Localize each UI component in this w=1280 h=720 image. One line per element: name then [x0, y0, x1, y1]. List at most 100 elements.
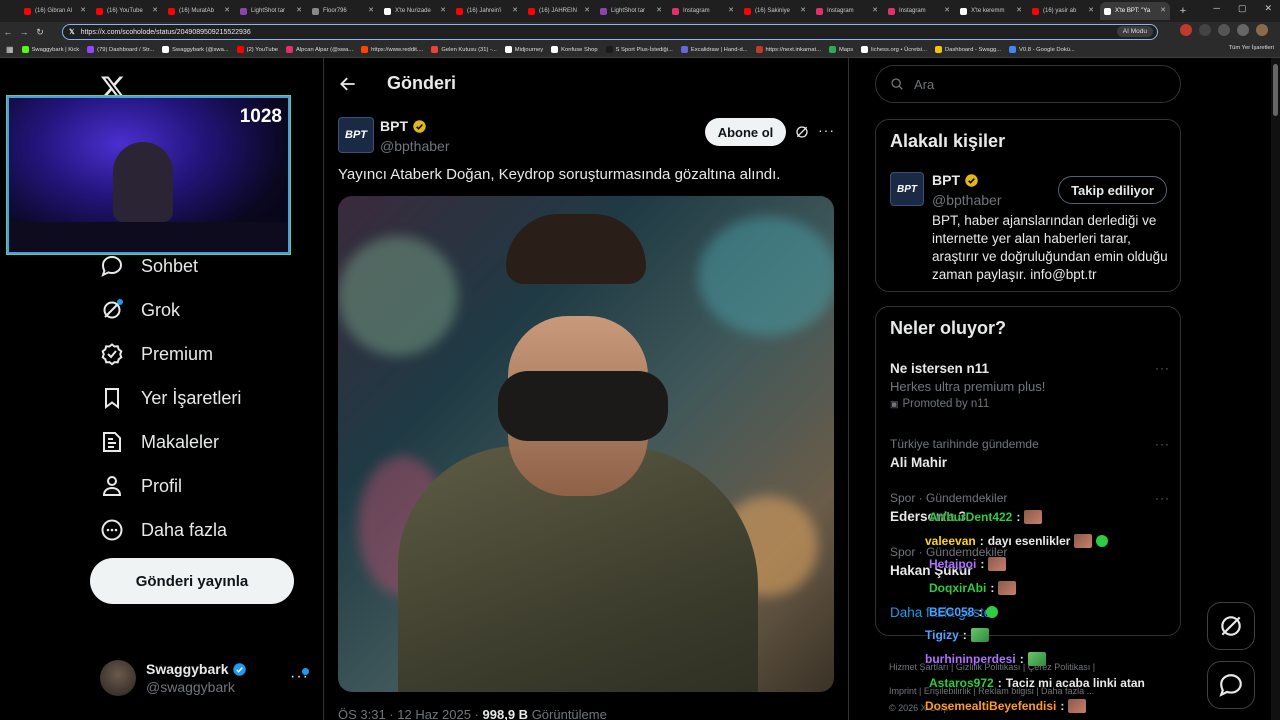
address-field[interactable]: 𝕏 https://x.com/scoholode/status/2049089… — [62, 24, 1158, 40]
nav-item-chat[interactable]: Sohbet — [100, 254, 198, 278]
forward-nav-icon[interactable]: → — [16, 27, 32, 37]
author-avatar[interactable]: BPT — [338, 117, 374, 153]
bookmark-item[interactable]: Alpcan Alpar (@swa... — [286, 46, 353, 53]
tab-close-icon[interactable]: ✕ — [872, 6, 878, 14]
browser-tab[interactable]: X'te BPT: "Ya ✕ — [1100, 2, 1170, 20]
nav-item-more[interactable]: Daha fazla — [100, 518, 227, 542]
browser-tab[interactable]: (16) MuratAb ✕ — [164, 2, 234, 20]
browser-tab[interactable]: (16) Gibran Al ✕ — [20, 2, 90, 20]
bookmark-item[interactable]: Dashboard - Swagg... — [934, 46, 1001, 53]
bookmark-item[interactable]: Midjourney — [504, 46, 543, 53]
trend-item[interactable]: Ne istersen n11 Herkes ultra premium plu… — [890, 361, 1170, 410]
tab-title: (16) JAHREIN — [539, 8, 578, 14]
account-switcher[interactable]: Swaggybark @swaggybark ··· — [100, 660, 309, 696]
bookmark-item[interactable]: Excalidraw | Hand-d... — [680, 46, 748, 53]
apps-grid-icon[interactable]: ▦ — [6, 45, 14, 54]
bookmark-item[interactable]: V0.8 - Google Dokü... — [1009, 46, 1075, 53]
extension-icon[interactable] — [1218, 24, 1230, 36]
tab-close-icon[interactable]: ✕ — [1016, 6, 1022, 14]
bookmark-item[interactable]: S Sport Plus-İstediği... — [605, 46, 673, 53]
bookmark-label: Excalidraw | Hand-d... — [690, 46, 748, 53]
browser-tab[interactable]: (16) yasir ab ✕ — [1028, 2, 1098, 20]
ai-mode-button[interactable]: AI Modu — [1116, 26, 1153, 37]
tab-close-icon[interactable]: ✕ — [1088, 6, 1094, 14]
tab-close-icon[interactable]: ✕ — [224, 6, 230, 14]
author-name[interactable]: BPT — [380, 118, 408, 134]
bookmark-item[interactable]: Konfuse Shop — [551, 46, 598, 53]
tab-close-icon[interactable]: ✕ — [944, 6, 950, 14]
nav-item-grok[interactable]: Grok — [100, 298, 180, 322]
browser-tab[interactable]: (16) JAHREIN ✕ — [524, 2, 594, 20]
tab-close-icon[interactable]: ✕ — [80, 6, 86, 14]
search-input[interactable]: Ara — [875, 65, 1181, 103]
grok-icon[interactable] — [794, 124, 810, 140]
post-more-icon[interactable]: ··· — [818, 122, 835, 138]
following-button[interactable]: Takip ediliyor — [1058, 176, 1167, 204]
browser-tab[interactable]: X'te Nurizade ✕ — [380, 2, 450, 20]
browser-tab[interactable]: (16) Sakiniye ✕ — [740, 2, 810, 20]
tab-close-icon[interactable]: ✕ — [368, 6, 374, 14]
related-handle[interactable]: @bpthaber — [932, 192, 1001, 208]
reload-icon[interactable]: ↻ — [32, 27, 48, 38]
browser-tab[interactable]: Floor796 ✕ — [308, 2, 378, 20]
close-icon[interactable]: ✕ — [1264, 3, 1272, 14]
browser-tab[interactable]: X'te keremm ✕ — [956, 2, 1026, 20]
post-button[interactable]: Gönderi yayınla — [90, 558, 294, 604]
nav-item-premium[interactable]: Premium — [100, 342, 213, 366]
minimize-icon[interactable]: ─ — [1214, 3, 1220, 14]
related-avatar[interactable]: BPT — [890, 172, 924, 206]
bookmark-favicon-icon — [755, 46, 763, 53]
new-tab-icon[interactable]: + — [1176, 4, 1190, 18]
nav-item-articles[interactable]: Makaleler — [100, 430, 219, 454]
browser-tab[interactable]: (16) YouTube ✕ — [92, 2, 162, 20]
browser-tab[interactable]: Instagram ✕ — [812, 2, 882, 20]
trend-more-icon[interactable]: ··· — [1155, 437, 1170, 451]
webcam-desk — [9, 222, 288, 252]
subscribe-button[interactable]: Abone ol — [705, 118, 786, 146]
bookmark-item[interactable]: https://next.inkarnat... — [755, 46, 821, 53]
bookmark-item[interactable]: Swaggybark (@swa... — [162, 46, 229, 53]
browser-tab[interactable]: LightShot tar ✕ — [596, 2, 666, 20]
bookmark-item[interactable]: https://www.reddit.... — [361, 46, 423, 53]
nav-item-profile[interactable]: Profil — [100, 474, 182, 498]
browser-tab[interactable]: LightShot tar ✕ — [236, 2, 306, 20]
bookmark-item[interactable]: (2) YouTube — [236, 46, 278, 53]
grok-fab-button[interactable] — [1207, 602, 1255, 650]
maximize-icon[interactable]: ▢ — [1238, 3, 1247, 14]
trend-more-icon[interactable]: ··· — [1155, 361, 1170, 375]
chat-username: DoqxirAbi — [929, 581, 987, 595]
tab-close-icon[interactable]: ✕ — [656, 6, 662, 14]
tab-close-icon[interactable]: ✕ — [584, 6, 590, 14]
browser-tab[interactable]: Instagram ✕ — [668, 2, 738, 20]
back-arrow-icon[interactable] — [338, 74, 358, 94]
tab-close-icon[interactable]: ✕ — [296, 6, 302, 14]
extension-icon[interactable] — [1199, 24, 1211, 36]
bookmark-item[interactable]: Maps — [828, 46, 853, 53]
tab-close-icon[interactable]: ✕ — [1160, 6, 1166, 14]
tab-close-icon[interactable]: ✕ — [440, 6, 446, 14]
messages-fab-button[interactable] — [1207, 661, 1255, 709]
back-nav-icon[interactable]: ← — [0, 27, 16, 37]
page-scrollbar[interactable] — [1271, 58, 1280, 720]
bookmark-item[interactable]: (79) Dashboard / Str... — [87, 46, 154, 53]
tab-close-icon[interactable]: ✕ — [152, 6, 158, 14]
extension-icon[interactable] — [1237, 24, 1249, 36]
author-handle[interactable]: @bpthaber — [380, 138, 449, 154]
tab-close-icon[interactable]: ✕ — [728, 6, 734, 14]
browser-tab[interactable]: (16) Jahrein'i ✕ — [452, 2, 522, 20]
browser-tab[interactable]: Instagram ✕ — [884, 2, 954, 20]
all-bookmarks-link[interactable]: Tüm Yer İşaretleri — [1229, 45, 1274, 51]
post-photo[interactable] — [338, 196, 834, 692]
bookmark-item[interactable]: lichess.org • Ücretsi... — [861, 46, 927, 53]
tab-close-icon[interactable]: ✕ — [800, 6, 806, 14]
trend-item[interactable]: Türkiye tarihinde gündemde Ali Mahir ··· — [890, 437, 1170, 470]
avatar[interactable] — [1256, 24, 1268, 36]
bookmark-item[interactable]: Swaggybark | Kick — [21, 46, 79, 53]
nav-item-bookmarks[interactable]: Yer İşaretleri — [100, 386, 241, 410]
related-name[interactable]: BPT — [932, 172, 960, 188]
bookmark-item[interactable]: Gelen Kutusu (31) -... — [431, 46, 497, 53]
scrollbar-thumb[interactable] — [1273, 64, 1278, 116]
extension-icon[interactable] — [1180, 24, 1192, 36]
trend-more-icon[interactable]: ··· — [1155, 491, 1170, 505]
tab-close-icon[interactable]: ✕ — [512, 6, 518, 14]
